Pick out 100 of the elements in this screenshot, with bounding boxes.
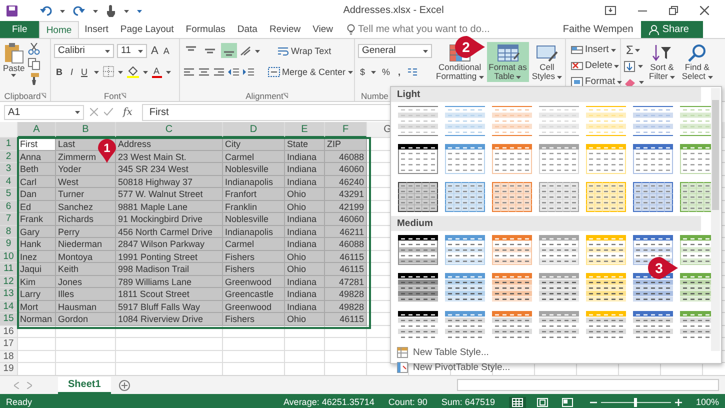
table-cell[interactable]: [285, 326, 325, 338]
row-number[interactable]: 1: [0, 138, 18, 150]
find-select-button[interactable]: Find & Select: [680, 42, 715, 82]
table-cell[interactable]: [285, 350, 325, 363]
column-header[interactable]: B: [56, 122, 116, 138]
table-cell[interactable]: [223, 350, 285, 363]
page-layout-icon[interactable]: [536, 398, 548, 406]
caret-icon[interactable]: [638, 64, 643, 68]
table-cell[interactable]: [56, 326, 116, 338]
cell-styles-icon[interactable]: [534, 43, 559, 63]
caret-icon[interactable]: [639, 80, 644, 84]
caret-icon[interactable]: [423, 48, 428, 52]
table-style-swatch[interactable]: [397, 234, 439, 266]
restore-icon[interactable]: [669, 6, 678, 15]
table-style-swatch[interactable]: [397, 272, 439, 304]
row-number[interactable]: 11: [0, 263, 18, 276]
person-icon[interactable]: [649, 24, 660, 34]
pivot-style-icon[interactable]: [397, 362, 408, 373]
caret-icon[interactable]: [348, 70, 353, 74]
caret-icon[interactable]: [75, 110, 80, 114]
ribbon-display-icon[interactable]: [605, 6, 616, 15]
horizontal-scrollbar[interactable]: [457, 379, 719, 391]
ribbon-tab[interactable]: Formulas: [180, 21, 232, 38]
row-number[interactable]: 9: [0, 238, 18, 250]
table-cell[interactable]: [325, 350, 367, 363]
copy-icon[interactable]: [28, 58, 40, 70]
comma-button[interactable]: ,: [396, 64, 403, 79]
table-style-swatch[interactable]: [632, 181, 674, 213]
row-number[interactable]: 16: [0, 326, 18, 338]
search-icon[interactable]: [686, 43, 708, 63]
style-button[interactable]: Format as Table: [486, 42, 529, 82]
table-style-swatch[interactable]: [491, 181, 533, 213]
caret-icon[interactable]: [371, 70, 376, 74]
align-center-icon[interactable]: [198, 66, 210, 76]
table-style-swatch[interactable]: [632, 143, 674, 175]
user-name[interactable]: Faithe Wempen: [562, 24, 642, 35]
table-style-swatch[interactable]: [444, 272, 486, 304]
increase-indent-icon[interactable]: [243, 66, 255, 76]
cut-icon[interactable]: [28, 43, 40, 55]
merge-icon[interactable]: [268, 66, 280, 76]
table-style-swatch[interactable]: [585, 272, 627, 304]
caret-icon[interactable]: [670, 74, 675, 78]
paste-button[interactable]: Paste: [3, 42, 25, 77]
caret-icon[interactable]: [516, 74, 522, 78]
sheet-tab[interactable]: Sheet1: [58, 376, 111, 394]
caret-icon[interactable]: [166, 70, 171, 74]
font-color-button[interactable]: A: [152, 65, 162, 78]
increase-decimal-icon[interactable]: [406, 66, 418, 76]
table-cell[interactable]: [56, 338, 116, 350]
caret-icon[interactable]: [138, 48, 143, 52]
caret-icon[interactable]: [708, 74, 713, 78]
table-style-swatch[interactable]: [585, 105, 627, 137]
row-number[interactable]: 3: [0, 163, 18, 176]
cells-button[interactable]: Delete: [569, 58, 624, 73]
table-cell[interactable]: [116, 326, 223, 338]
normal-view-icon[interactable]: [512, 398, 523, 406]
style-button[interactable]: Cell Styles: [530, 42, 564, 82]
check-icon[interactable]: [104, 108, 113, 116]
column-header[interactable]: C: [116, 122, 223, 138]
table-grid-icon[interactable]: [496, 43, 520, 63]
table-cell[interactable]: [18, 350, 56, 363]
touch-mode-icon[interactable]: [106, 4, 116, 16]
table-style-swatch[interactable]: [538, 105, 580, 137]
wrap-text-button[interactable]: Wrap Text: [275, 43, 334, 58]
table-style-swatch[interactable]: [538, 181, 580, 213]
merge-center-button[interactable]: Merge & Center: [266, 64, 355, 79]
table-cell[interactable]: [116, 350, 223, 363]
table-style-swatch[interactable]: [491, 272, 533, 304]
fill-down-icon[interactable]: [624, 60, 635, 72]
lightbulb-icon[interactable]: [347, 24, 356, 35]
font-name-dropdown[interactable]: Calibri: [54, 44, 114, 58]
table-style-swatch[interactable]: [538, 272, 580, 304]
wrap-text-icon[interactable]: [277, 46, 289, 56]
table-style-swatch[interactable]: [397, 181, 439, 213]
row-number[interactable]: 5: [0, 188, 18, 200]
autosum-button[interactable]: Σ: [624, 42, 644, 57]
ribbon-tab[interactable]: Review: [263, 21, 307, 38]
table-cell[interactable]: [223, 338, 285, 350]
page-break-icon[interactable]: [562, 398, 573, 406]
decrease-font-button[interactable]: A: [162, 43, 170, 58]
caret-icon[interactable]: [610, 48, 616, 52]
row-number[interactable]: 17: [0, 338, 18, 350]
ribbon-tab[interactable]: Data: [231, 21, 264, 38]
zoom-level[interactable]: 100%: [696, 397, 719, 407]
table-style-swatch[interactable]: [397, 105, 439, 137]
row-number[interactable]: 19: [0, 363, 18, 375]
column-header[interactable]: D: [223, 122, 285, 138]
gallery-scrollbar[interactable]: [711, 88, 720, 351]
table-style-swatch[interactable]: [444, 181, 486, 213]
decrease-indent-icon[interactable]: [228, 66, 240, 76]
table-style-swatch[interactable]: [491, 105, 533, 137]
caret-icon[interactable]: [105, 48, 110, 52]
borders-icon[interactable]: [102, 66, 114, 77]
close-icon[interactable]: [700, 6, 709, 15]
caret-icon[interactable]: [614, 64, 620, 68]
view-button[interactable]: [508, 396, 526, 408]
name-box[interactable]: A1: [4, 104, 84, 120]
underline-button[interactable]: U: [79, 64, 90, 79]
column-header[interactable]: A: [18, 122, 56, 138]
caret-icon[interactable]: [255, 48, 260, 52]
